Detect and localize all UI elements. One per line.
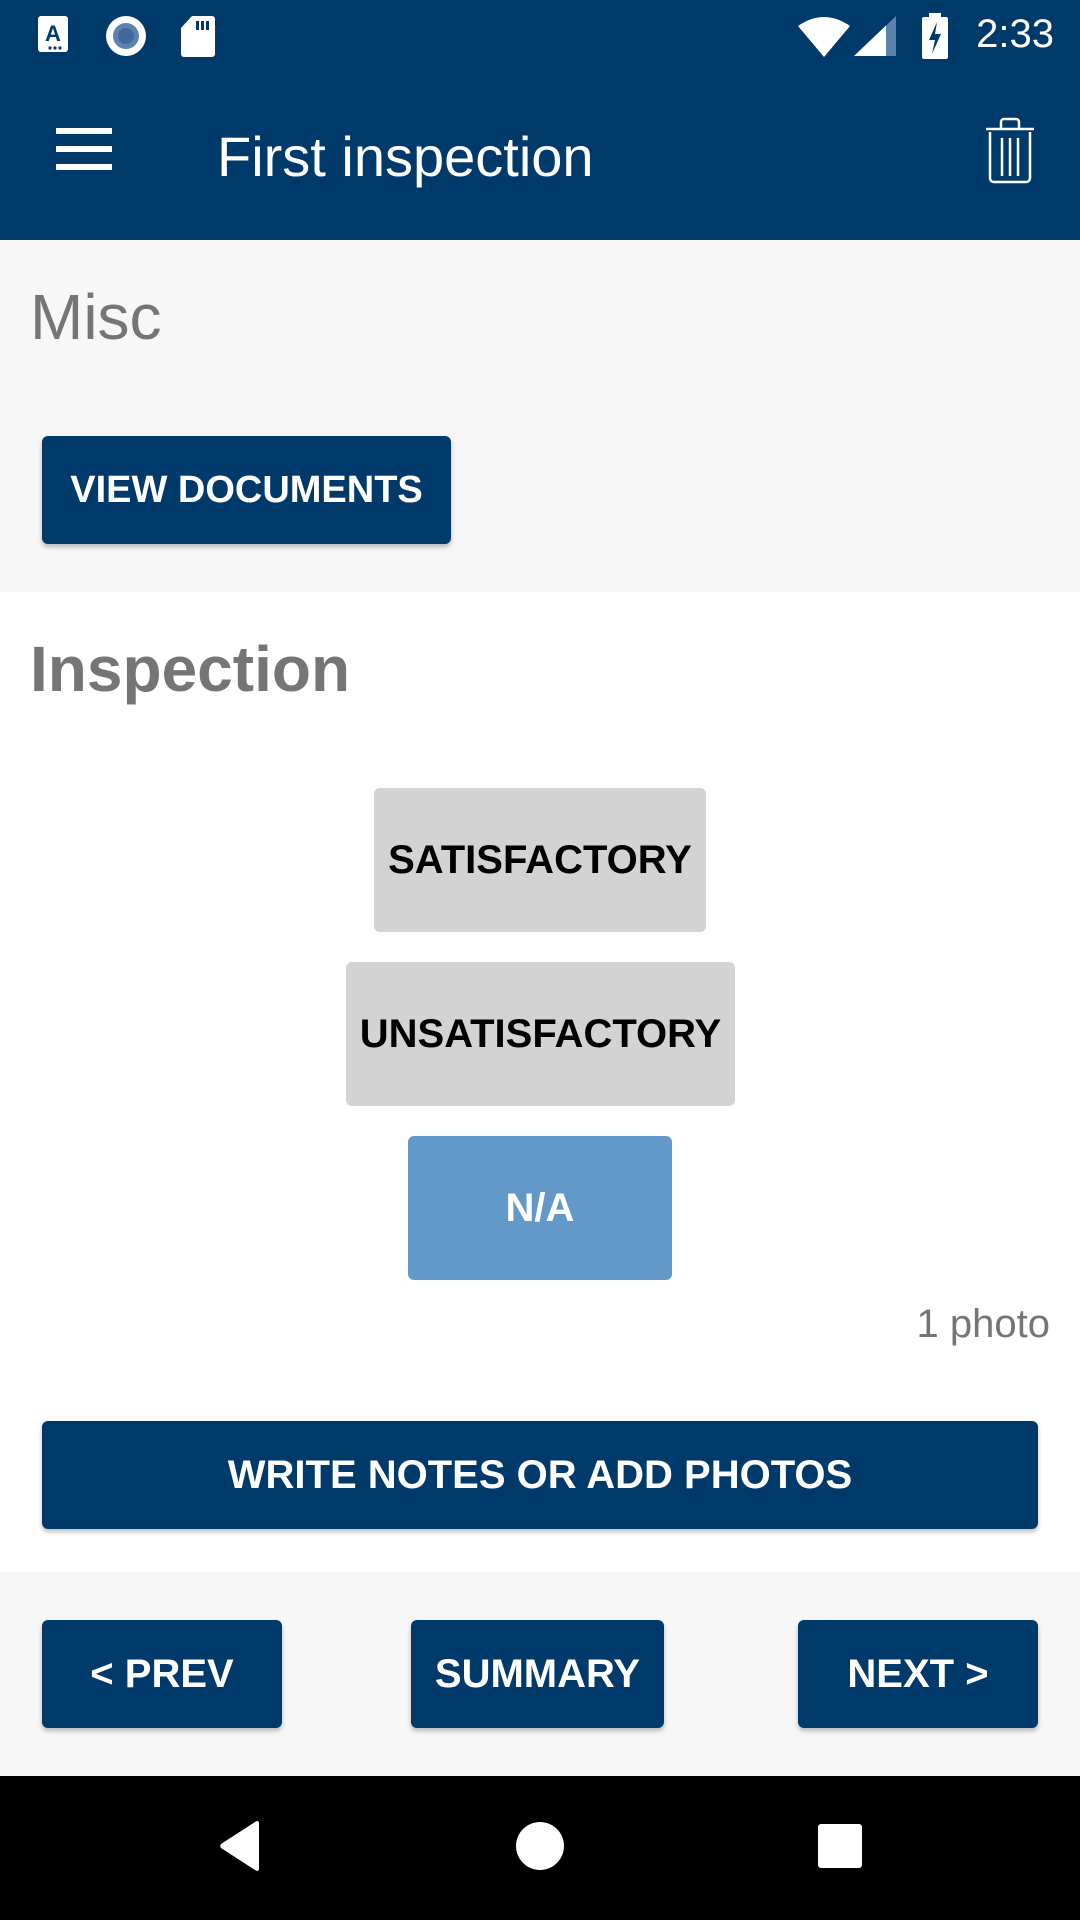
unsatisfactory-option-button[interactable]: UNSATISFACTORY	[346, 962, 735, 1106]
trash-icon	[974, 117, 1046, 196]
system-nav-bar	[0, 1776, 1080, 1920]
nav-footer: < PREV SUMMARY NEXT >	[0, 1572, 1080, 1776]
delete-button[interactable]	[974, 112, 1046, 192]
svg-text:A: A	[45, 21, 61, 46]
wifi-icon	[796, 14, 852, 63]
recents-square-icon	[817, 1823, 863, 1874]
misc-section: Misc VIEW DOCUMENTS	[0, 240, 1080, 592]
hamburger-menu-icon	[40, 128, 130, 200]
misc-section-title: Misc	[30, 281, 162, 353]
system-recents-button[interactable]	[800, 1812, 880, 1884]
menu-button[interactable]	[40, 116, 130, 196]
app-bar: First inspection	[0, 72, 1080, 240]
prev-button[interactable]: < PREV	[42, 1620, 282, 1728]
inspection-section-title: Inspection	[30, 633, 351, 705]
status-time: 2:33	[976, 12, 1054, 56]
summary-button[interactable]: SUMMARY	[411, 1620, 664, 1728]
battery-charging-icon	[920, 12, 950, 65]
cellular-signal-icon	[852, 14, 898, 63]
satisfactory-option-button[interactable]: SATISFACTORY	[374, 788, 706, 932]
next-button[interactable]: NEXT >	[798, 1620, 1038, 1728]
system-home-button[interactable]	[500, 1812, 580, 1884]
system-back-button[interactable]	[200, 1812, 280, 1884]
record-icon	[104, 14, 148, 63]
photo-count: 1 photo	[916, 1302, 1050, 1346]
home-circle-icon	[515, 1821, 565, 1876]
na-option-button[interactable]: N/A	[408, 1136, 672, 1280]
view-documents-button[interactable]: VIEW DOCUMENTS	[42, 436, 451, 544]
back-triangle-icon	[215, 1820, 265, 1877]
status-bar: A 2:33	[0, 0, 1080, 72]
sd-card-icon	[180, 14, 216, 63]
page-title: First inspection	[217, 125, 594, 188]
inspection-section: Inspection SATISFACTORY UNSATISFACTORY N…	[0, 592, 1080, 1572]
text-accessibility-icon: A	[36, 14, 70, 59]
write-notes-button[interactable]: WRITE NOTES OR ADD PHOTOS	[42, 1421, 1038, 1529]
